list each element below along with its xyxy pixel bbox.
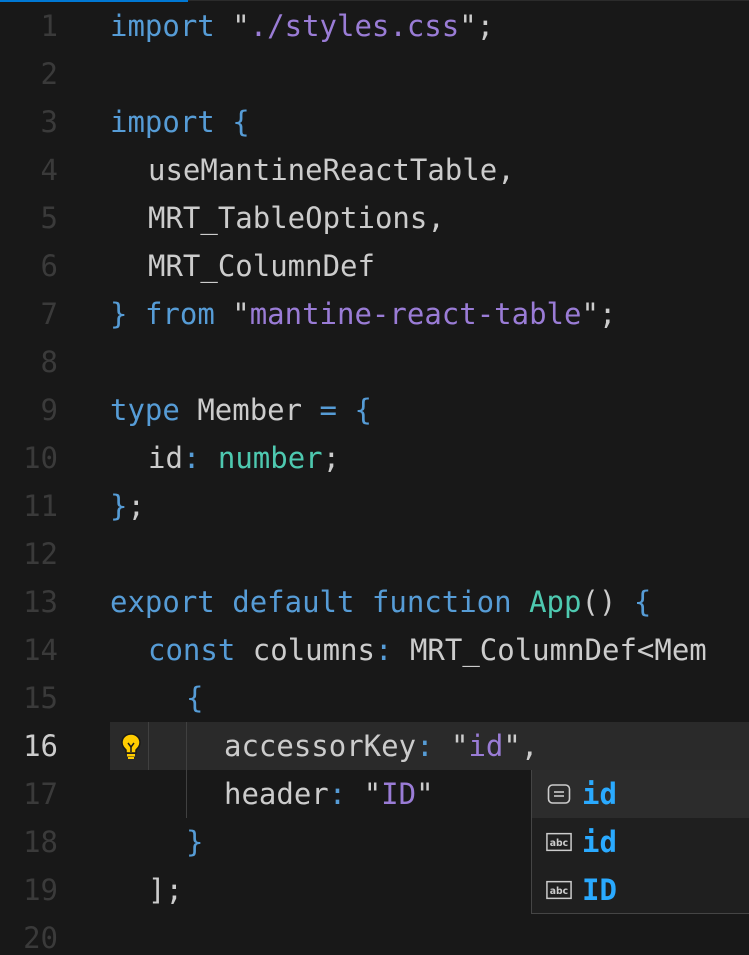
line-number: 12	[23, 537, 58, 571]
autocomplete-suggestion-list[interactable]: id abc id abc ID	[531, 770, 749, 914]
keyword-export: export	[110, 585, 215, 619]
svg-text:abc: abc	[550, 886, 568, 897]
line-number: 19	[23, 873, 58, 907]
type-name: Member	[197, 393, 303, 427]
suggestion-label: ID	[582, 873, 617, 907]
keyword-default: default	[232, 585, 355, 619]
keyword-const: const	[148, 633, 236, 667]
editor-top-border	[188, 0, 749, 1]
type-annotation: number	[217, 441, 323, 475]
keyword-from: from	[144, 297, 215, 331]
line-number: 18	[23, 825, 58, 859]
suggestion-label: id	[582, 777, 617, 811]
line-number: 5	[40, 201, 58, 235]
line-number-active: 16	[23, 729, 58, 763]
line-number: 15	[23, 681, 58, 715]
indent-guide	[148, 722, 149, 770]
keyword-type: type	[110, 393, 180, 427]
line-number: 8	[40, 345, 58, 379]
line-number: 17	[23, 777, 58, 811]
keyword-import: import	[110, 105, 215, 139]
function-name: App	[529, 585, 582, 619]
code-line-5[interactable]: MRT_TableOptions,	[148, 194, 749, 242]
suggestion-item[interactable]: abc id	[532, 818, 749, 866]
field-icon	[546, 783, 572, 805]
identifier: MRT_ColumnDef	[148, 249, 375, 283]
suggestion-item[interactable]: id	[532, 770, 749, 818]
code-line-6[interactable]: MRT_ColumnDef	[148, 242, 749, 290]
identifier: useMantineReactTable,	[148, 153, 515, 187]
suggestion-item[interactable]: abc ID	[532, 866, 749, 914]
line-number: 2	[40, 57, 58, 91]
suggestion-label: id	[582, 825, 617, 859]
line-number: 20	[23, 921, 58, 955]
string-literal: mantine-react-table	[249, 297, 582, 331]
property-name: header	[224, 777, 329, 811]
code-line-1[interactable]: import "./styles.css";	[110, 2, 749, 50]
variable-name: columns	[252, 633, 375, 667]
property-name: accessorKey	[224, 729, 417, 763]
code-line-13[interactable]: export default function App() {	[110, 578, 749, 626]
indent-guide	[186, 722, 187, 818]
line-number: 9	[40, 393, 58, 427]
code-line-7[interactable]: } from "mantine-react-table";	[110, 290, 749, 338]
code-line-16[interactable]: accessorKey: "id",	[224, 722, 749, 770]
string-literal: ID	[381, 777, 417, 811]
code-line-14[interactable]: const columns: MRT_ColumnDef<Mem	[148, 626, 749, 674]
code-line-11[interactable]: };	[110, 482, 749, 530]
lightbulb-icon[interactable]	[117, 722, 145, 770]
code-line-3[interactable]: import {	[110, 98, 749, 146]
string-literal: id	[468, 729, 504, 763]
property-name: id	[148, 441, 183, 475]
line-number: 13	[23, 585, 58, 619]
line-number: 7	[40, 297, 58, 331]
type-annotation: MRT_ColumnDef<Mem	[409, 633, 707, 667]
string-literal: ./styles.css	[249, 9, 460, 43]
keyword-import: import	[110, 9, 215, 43]
line-number: 14	[23, 633, 58, 667]
text-abc-icon: abc	[546, 831, 572, 853]
code-line-4[interactable]: useMantineReactTable,	[148, 146, 749, 194]
code-line-15[interactable]: {	[186, 674, 749, 722]
code-line-10[interactable]: id: number;	[148, 434, 749, 482]
svg-text:abc: abc	[550, 838, 568, 849]
keyword-function: function	[371, 585, 512, 619]
line-number: 1	[40, 9, 58, 43]
line-number: 6	[40, 249, 58, 283]
line-number: 4	[40, 153, 58, 187]
code-line-9[interactable]: type Member = {	[110, 386, 749, 434]
text-abc-icon: abc	[546, 879, 572, 901]
code-editor[interactable]: 1 2 3 4 5 6 7 8 9 10 11 12 13 14 15 16 1…	[0, 0, 749, 955]
line-number: 11	[23, 489, 58, 523]
line-number: 10	[23, 441, 58, 475]
identifier: MRT_TableOptions,	[148, 201, 445, 235]
line-number: 3	[40, 105, 58, 139]
